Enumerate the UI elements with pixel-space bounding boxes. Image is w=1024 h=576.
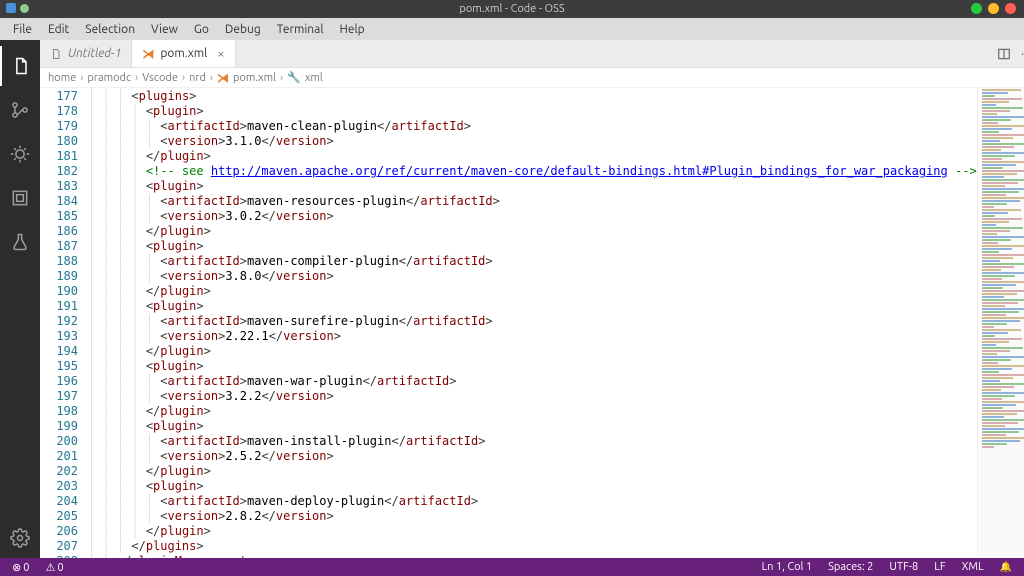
split-editor-icon[interactable] (997, 47, 1011, 61)
activity-files-icon[interactable] (0, 46, 40, 86)
breadcrumb-segment[interactable]: pom.xml (233, 72, 276, 84)
activity-bar (0, 40, 40, 558)
status-cursor[interactable]: Ln 1, Col 1 (758, 561, 817, 573)
menu-terminal[interactable]: Terminal (270, 21, 331, 38)
dot-icon (20, 4, 29, 13)
xml-file-icon: ⧕ (142, 47, 154, 61)
status-language[interactable]: XML (958, 561, 988, 573)
status-encoding[interactable]: UTF-8 (885, 561, 922, 573)
tab-untitled[interactable]: Untitled-1 (40, 40, 132, 67)
breadcrumb[interactable]: home › pramodc › Vscode › nrd › ⧕ pom.xml › 🔧 xml (40, 68, 1024, 88)
tab-pom-xml[interactable]: ⧕ pom.xml × (132, 40, 235, 67)
minimize-button[interactable] (971, 3, 982, 14)
menu-edit[interactable]: Edit (41, 21, 76, 38)
breadcrumb-sep: › (80, 72, 83, 84)
tab-close-icon[interactable]: × (213, 47, 224, 61)
menu-file[interactable]: File (6, 21, 39, 38)
status-errors[interactable]: 0 (8, 561, 33, 574)
tab-label: pom.xml (160, 47, 207, 60)
app-icon (6, 3, 16, 13)
menu-debug[interactable]: Debug (218, 21, 268, 38)
minimap[interactable] (977, 88, 1024, 558)
titlebar-left-decoration (6, 3, 29, 13)
breadcrumb-segment[interactable]: home (48, 72, 76, 84)
xml-file-icon: ⧕ (217, 71, 229, 85)
breadcrumb-segment[interactable]: pramodc (87, 72, 131, 84)
file-icon (50, 48, 62, 60)
menu-view[interactable]: View (144, 21, 185, 38)
menu-help[interactable]: Help (332, 21, 371, 38)
activity-beaker-icon[interactable] (0, 222, 40, 262)
activity-box-icon[interactable] (0, 178, 40, 218)
window-title: pom.xml - Code - OSS (459, 3, 564, 15)
breadcrumb-sep: › (210, 72, 213, 84)
editor-tabs: Untitled-1 ⧕ pom.xml × ⋯ (40, 40, 1024, 68)
activity-settings-icon[interactable] (0, 518, 40, 558)
breadcrumb-segment[interactable]: xml (305, 72, 323, 84)
menu-bar: FileEditSelectionViewGoDebugTerminalHelp (0, 18, 1024, 40)
breadcrumb-segment[interactable]: nrd (189, 72, 206, 84)
menu-go[interactable]: Go (187, 21, 216, 38)
status-bar: 0 0 Ln 1, Col 1 Spaces: 2 UTF-8 LF XML (0, 558, 1024, 576)
activity-scm-icon[interactable] (0, 90, 40, 130)
maximize-button[interactable] (988, 3, 999, 14)
status-warnings[interactable]: 0 (41, 561, 67, 574)
breadcrumb-sep: › (280, 72, 283, 84)
wrench-icon: 🔧 (287, 71, 301, 84)
breadcrumb-sep: › (182, 72, 185, 84)
close-button[interactable] (1005, 3, 1016, 14)
status-indent[interactable]: Spaces: 2 (824, 561, 877, 573)
text-editor[interactable]: 1771781791801811821831841851861871881891… (40, 88, 1024, 558)
status-bell-icon[interactable] (996, 561, 1016, 573)
tab-label: Untitled-1 (68, 47, 121, 60)
menu-selection[interactable]: Selection (78, 21, 142, 38)
breadcrumb-segment[interactable]: Vscode (142, 72, 178, 84)
status-eol[interactable]: LF (930, 561, 949, 573)
activity-bug-icon[interactable] (0, 134, 40, 174)
title-bar: pom.xml - Code - OSS (0, 0, 1024, 18)
code-content[interactable]: │ │ │ <plugins>│ │ │ │ <plugin>│ │ │ │ │… (88, 88, 977, 558)
breadcrumb-sep: › (135, 72, 138, 84)
line-number-gutter: 1771781791801811821831841851861871881891… (40, 88, 88, 558)
window-controls (971, 3, 1016, 14)
